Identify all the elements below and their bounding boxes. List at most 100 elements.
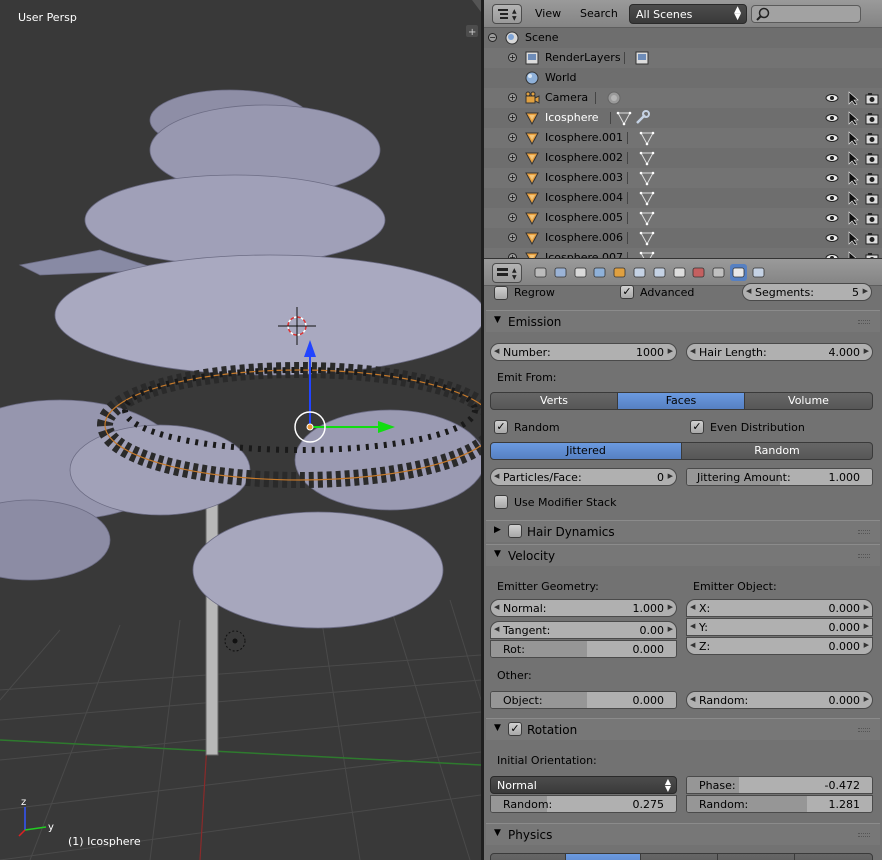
random-checkbox[interactable]: ✓ (494, 420, 508, 434)
segments-field[interactable]: ◀ Segments: 5 ▶ (742, 283, 872, 301)
object-tab-icon[interactable] (611, 264, 628, 281)
modifiers-tab-icon[interactable] (651, 264, 668, 281)
eye-icon[interactable] (825, 251, 839, 258)
drag-handle-icon[interactable] (858, 320, 870, 324)
render-camera-icon[interactable] (865, 211, 879, 225)
physics-type-button[interactable] (794, 853, 873, 860)
jittering-amount-field[interactable]: Jittering Amount: 1.000 (686, 468, 873, 486)
render-camera-icon[interactable] (865, 151, 879, 165)
velocity-random-field[interactable]: ◀ Random: 0.000 ▶ (686, 691, 873, 709)
drag-handle-icon[interactable] (858, 530, 870, 534)
outliner-row-camera[interactable]: + Camera (484, 88, 882, 108)
eye-icon[interactable] (825, 171, 839, 185)
search-menu[interactable]: Search (580, 7, 618, 20)
eye-icon[interactable] (825, 151, 839, 165)
regrow-checkbox[interactable] (494, 286, 508, 300)
expand-icon[interactable]: + (508, 233, 517, 242)
material-tab-icon[interactable] (690, 264, 707, 281)
cursor-select-icon[interactable] (846, 251, 860, 258)
cursor-select-icon[interactable] (846, 191, 860, 205)
physics-type-button[interactable] (490, 853, 566, 860)
display-mode-select[interactable]: All Scenes ▲ ▼ (629, 4, 747, 24)
object-velocity-x-field[interactable]: ◀ X: 0.000 ▶ (686, 599, 873, 617)
viewport-scene[interactable]: z y + (0, 0, 481, 860)
expand-icon[interactable]: + (508, 153, 517, 162)
outliner-row-renderlayers[interactable]: + RenderLayers (484, 48, 882, 68)
3d-viewport[interactable]: z y + User Persp (1) Icosphere (0, 0, 481, 860)
hair-dynamics-checkbox[interactable] (508, 524, 522, 538)
outliner-row-icosphere[interactable]: + Icosphere (484, 108, 882, 128)
outliner-row-icosphere[interactable]: + Icosphere.006 (484, 228, 882, 248)
emit-faces-button[interactable]: Faces (617, 392, 745, 410)
rotation-random-field[interactable]: Random: 0.275 (490, 795, 677, 813)
cursor-select-icon[interactable] (846, 111, 860, 125)
cursor-select-icon[interactable] (846, 211, 860, 225)
editor-type-button[interactable]: ▲ ▼ (492, 4, 522, 24)
expand-icon[interactable]: + (508, 193, 517, 202)
particles-tab-icon[interactable] (730, 264, 747, 281)
panel-emission-header[interactable]: ▼ Emission (486, 310, 880, 332)
outliner-row-world[interactable]: World (484, 68, 882, 88)
data-tab-icon[interactable] (671, 264, 688, 281)
number-field[interactable]: ◀ Number: 1000 ▶ (490, 343, 677, 361)
constraints-tab-icon[interactable] (631, 264, 648, 281)
outliner-search-input[interactable] (751, 5, 861, 23)
eye-icon[interactable] (825, 131, 839, 145)
orientation-select[interactable]: Normal ▲ ▼ (490, 776, 677, 794)
cursor-select-icon[interactable] (846, 171, 860, 185)
use-modifier-stack-checkbox[interactable] (494, 495, 508, 509)
expand-icon[interactable]: + (508, 213, 517, 222)
collapse-icon[interactable]: − (488, 33, 497, 42)
object-velocity-z-field[interactable]: ◀ Z: 0.000 ▶ (686, 637, 873, 655)
render-camera-icon[interactable] (865, 191, 879, 205)
outliner-row-icosphere[interactable]: + Icosphere.001 (484, 128, 882, 148)
particles-face-field[interactable]: ◀ Particles/Face: 0 ▶ (490, 468, 677, 486)
rotation-checkbox[interactable]: ✓ (508, 722, 522, 736)
expand-icon[interactable]: + (508, 93, 517, 102)
outliner-row-scene[interactable]: − Scene (484, 28, 882, 48)
render-tab-icon[interactable] (532, 264, 549, 281)
phase-random-field[interactable]: Random: 1.281 (686, 795, 873, 813)
render-camera-icon[interactable] (865, 231, 879, 245)
texture-tab-icon[interactable] (710, 264, 727, 281)
eye-icon[interactable] (825, 91, 839, 105)
physics-tab-icon[interactable] (750, 264, 767, 281)
render-layers-tab-icon[interactable] (552, 264, 569, 281)
panel-physics-header[interactable]: ▼ Physics (486, 823, 880, 845)
random-distribution-button[interactable]: Random (681, 442, 873, 460)
editor-type-button[interactable]: ▲ ▼ (492, 263, 522, 283)
even-distribution-checkbox[interactable]: ✓ (690, 420, 704, 434)
drag-handle-icon[interactable] (858, 554, 870, 558)
hair-length-field[interactable]: ◀ Hair Length: 4.000 ▶ (686, 343, 873, 361)
emit-volume-button[interactable]: Volume (744, 392, 873, 410)
scene-tab-icon[interactable] (572, 264, 589, 281)
cursor-select-icon[interactable] (846, 91, 860, 105)
outliner[interactable]: ▲ ▼ View Search All Scenes ▲ ▼ − Scene +… (484, 0, 882, 258)
object-velocity-y-field[interactable]: ◀ Y: 0.000 ▶ (686, 618, 873, 636)
render-camera-icon[interactable] (865, 131, 879, 145)
drag-handle-icon[interactable] (858, 833, 870, 837)
outliner-row-icosphere[interactable]: + Icosphere.005 (484, 208, 882, 228)
outliner-row-icosphere[interactable]: + Icosphere.002 (484, 148, 882, 168)
drag-handle-icon[interactable] (858, 728, 870, 732)
eye-icon[interactable] (825, 231, 839, 245)
outliner-row-icosphere[interactable]: + Icosphere.007 (484, 248, 882, 258)
properties-editor[interactable]: ▲ ▼ Regrow ✓ Advanced ◀ Segments: 5 ▶ ▼ Emis… (484, 258, 882, 860)
expand-icon[interactable]: + (508, 113, 517, 122)
eye-icon[interactable] (825, 111, 839, 125)
panel-rotation-header[interactable]: ▼ ✓ Rotation (486, 718, 880, 740)
panel-velocity-header[interactable]: ▼ Velocity (486, 544, 880, 566)
tangent-velocity-field[interactable]: ◀ Tangent: 0.00 ▶ (490, 621, 677, 639)
render-camera-icon[interactable] (865, 91, 879, 105)
jittered-button[interactable]: Jittered (490, 442, 682, 460)
expand-icon[interactable]: + (508, 133, 517, 142)
object-align-field[interactable]: Object: 0.000 (490, 691, 677, 709)
physics-type-button[interactable] (565, 853, 641, 860)
outliner-row-icosphere[interactable]: + Icosphere.003 (484, 168, 882, 188)
view-menu[interactable]: View (535, 7, 561, 20)
emit-verts-button[interactable]: Verts (490, 392, 618, 410)
cursor-select-icon[interactable] (846, 151, 860, 165)
panel-hair-dynamics-header[interactable]: ▶ Hair Dynamics (486, 520, 880, 542)
render-camera-icon[interactable] (865, 171, 879, 185)
advanced-checkbox[interactable]: ✓ (620, 285, 634, 299)
